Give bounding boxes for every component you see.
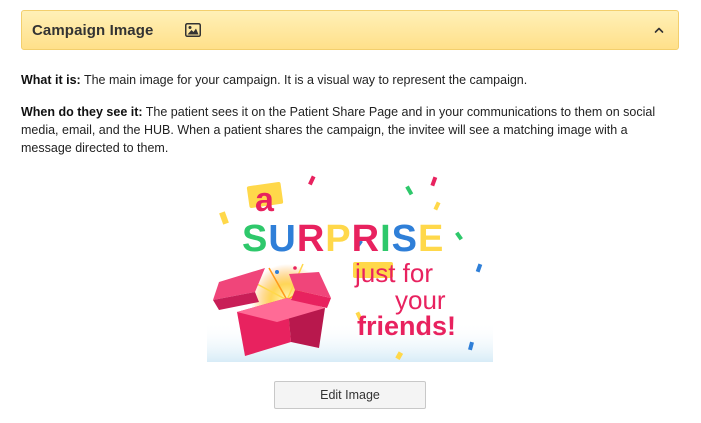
chevron-up-icon[interactable] — [652, 23, 666, 37]
when-seen-label: When do they see it: — [21, 105, 143, 119]
panel-title: Campaign Image — [32, 21, 154, 39]
image-text-friends: friends! — [357, 311, 456, 341]
campaign-image: a SURPRISE just for your friends! — [207, 175, 493, 362]
what-it-is-text: What it is: The main image for your camp… — [21, 71, 681, 89]
campaign-image-panel-header[interactable]: Campaign Image — [21, 10, 679, 50]
image-text-surprise: SURPRISE — [242, 218, 444, 260]
image-text-a: a — [255, 181, 275, 219]
what-it-is-body: The main image for your campaign. It is … — [80, 73, 528, 87]
image-text-just-for: just for — [354, 258, 433, 288]
image-icon — [185, 23, 202, 37]
what-it-is-label: What it is: — [21, 73, 81, 87]
when-seen-text: When do they see it: The patient sees it… — [21, 103, 681, 157]
edit-image-button[interactable]: Edit Image — [274, 381, 426, 409]
